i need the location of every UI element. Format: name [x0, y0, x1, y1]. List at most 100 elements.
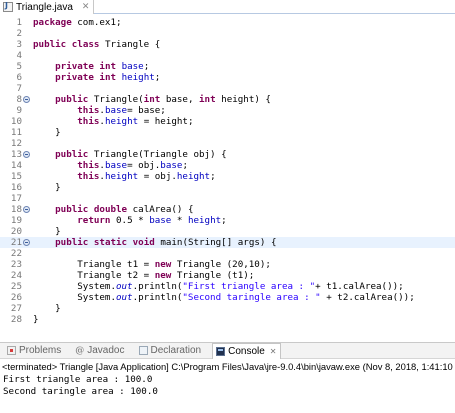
javadoc-icon: @ — [75, 346, 85, 356]
editor-tab-bar: Triangle.java ✕ — [0, 0, 455, 14]
line-number: 10 — [10, 116, 22, 127]
code-line[interactable]: 12 — [0, 138, 455, 149]
line-number: 28 — [10, 314, 22, 325]
code-text: this.height = obj.height; — [77, 171, 216, 182]
collapse-fold-icon[interactable] — [23, 239, 30, 246]
line-number: 26 — [10, 292, 22, 303]
line-number: 2 — [16, 28, 22, 39]
code-text: this.base= obj.base; — [77, 160, 188, 171]
code-line[interactable]: 19 return 0.5 * base * height; — [0, 215, 455, 226]
code-line[interactable]: 25 System.out.println("First triangle ar… — [0, 281, 455, 292]
tab-declaration-label: Declaration — [150, 345, 202, 356]
code-line[interactable]: 27 } — [0, 303, 455, 314]
code-line[interactable]: 16 } — [0, 182, 455, 193]
code-text: this.base= base; — [77, 105, 166, 116]
code-text: Triangle t1 = new Triangle (20,10); — [33, 259, 271, 270]
code-line[interactable]: 26 System.out.println("Second taringle a… — [0, 292, 455, 303]
tab-console[interactable]: Console ✕ — [212, 342, 281, 359]
code-line[interactable]: 3 public class Triangle { — [0, 39, 455, 50]
code-line[interactable]: 10 this.height = height; — [0, 116, 455, 127]
line-number: 3 — [16, 39, 22, 50]
line-number: 5 — [16, 61, 22, 72]
code-line[interactable]: 15 this.height = obj.height; — [0, 171, 455, 182]
code-line[interactable]: 28} — [0, 314, 455, 325]
code-line[interactable]: 2 — [0, 28, 455, 39]
code-text: } — [33, 314, 39, 325]
code-line[interactable]: 14 this.base= obj.base; — [0, 160, 455, 171]
code-line[interactable]: 9 this.base= base; — [0, 105, 455, 116]
line-number: 27 — [10, 303, 22, 314]
line-number: 12 — [10, 138, 22, 149]
code-line[interactable]: 23 Triangle t1 = new Triangle (20,10); — [0, 259, 455, 270]
line-number: 4 — [16, 50, 22, 61]
line-number: 24 — [10, 270, 22, 281]
line-number: 11 — [10, 127, 22, 138]
code-line[interactable]: 24 Triangle t2 = new Triangle (t1); — [0, 270, 455, 281]
code-text: } — [33, 226, 61, 237]
code-text: public Triangle(int base, int height) { — [55, 94, 271, 105]
line-number: 6 — [16, 72, 22, 83]
line-number: 1 — [16, 17, 22, 28]
tab-problems[interactable]: Problems — [4, 343, 64, 359]
line-number: 14 — [10, 160, 22, 171]
code-line[interactable]: 18 public double calArea() { — [0, 204, 455, 215]
line-number: 22 — [10, 248, 22, 259]
views-tab-bar: Problems @ Javadoc Declaration Console ✕ — [0, 342, 455, 359]
code-text: } — [33, 303, 61, 314]
tab-declaration[interactable]: Declaration — [136, 343, 205, 359]
line-number: 19 — [10, 215, 22, 226]
declaration-icon — [138, 346, 148, 355]
console-status: <terminated> Triangle [Java Application]… — [2, 361, 453, 372]
line-number: 18 — [10, 204, 22, 215]
code-text: return 0.5 * base * height; — [77, 215, 227, 226]
code-editor[interactable]: 1 package com.ex1; 2 3 public class Triangle… — [0, 15, 455, 341]
code-line[interactable]: 22 — [0, 248, 455, 259]
code-line[interactable]: 20 } — [0, 226, 455, 237]
editor-tab-triangle-java[interactable]: Triangle.java ✕ — [0, 0, 95, 14]
line-number: 15 — [10, 171, 22, 182]
line-number: 8 — [16, 94, 22, 105]
code-text: System.out.println("Second taringle area… — [33, 292, 415, 303]
code-line[interactable]: 5 private int base; — [0, 61, 455, 72]
code-line[interactable]: 17 — [0, 193, 455, 204]
code-text: public static void main(String[] args) { — [55, 237, 277, 248]
close-icon[interactable]: ✕ — [270, 347, 277, 356]
code-text: Triangle t2 = new Triangle (t1); — [33, 270, 255, 281]
code-text: public Triangle(Triangle obj) { — [55, 149, 227, 160]
code-text: this.height = height; — [77, 116, 194, 127]
line-number: 7 — [16, 83, 22, 94]
line-number: 13 — [10, 149, 22, 160]
code-line[interactable]: 1 package com.ex1; — [0, 17, 455, 28]
code-line[interactable]: 11 } — [0, 127, 455, 138]
code-text: private int height; — [55, 72, 161, 83]
java-file-icon — [3, 1, 13, 12]
code-text: } — [33, 127, 61, 138]
console-output-line: Second taringle area : 100.0 — [3, 386, 158, 397]
line-number: 21 — [10, 237, 22, 248]
tab-console-label: Console — [228, 345, 265, 357]
line-number: 20 — [10, 226, 22, 237]
collapse-fold-icon[interactable] — [23, 96, 30, 103]
line-number: 16 — [10, 182, 22, 193]
code-line[interactable]: 13 public Triangle(Triangle obj) { — [0, 149, 455, 160]
collapse-fold-icon[interactable] — [23, 151, 30, 158]
code-line[interactable]: 8 public Triangle(int base, int height) … — [0, 94, 455, 105]
tab-javadoc-label: Javadoc — [87, 345, 125, 356]
code-line[interactable]: 7 — [0, 83, 455, 94]
line-number: 23 — [10, 259, 22, 270]
console-output[interactable]: <terminated> Triangle [Java Application]… — [0, 359, 455, 413]
tab-javadoc[interactable]: @ Javadoc — [72, 343, 127, 359]
code-text: System.out.println("First triangle area … — [33, 281, 404, 292]
code-line[interactable]: 4 — [0, 50, 455, 61]
close-icon[interactable]: ✕ — [82, 2, 90, 12]
code-text: public class Triangle { — [33, 39, 161, 50]
console-icon — [216, 346, 226, 356]
line-number: 9 — [16, 105, 22, 116]
tab-problems-label: Problems — [19, 345, 62, 356]
collapse-fold-icon[interactable] — [23, 206, 30, 213]
code-line[interactable]: 21 public static void main(String[] args… — [0, 237, 455, 248]
editor-tab-title: Triangle.java — [16, 1, 73, 13]
line-number: 17 — [10, 193, 22, 204]
code-text: package com.ex1; — [33, 17, 122, 28]
code-line[interactable]: 6 private int height; — [0, 72, 455, 83]
